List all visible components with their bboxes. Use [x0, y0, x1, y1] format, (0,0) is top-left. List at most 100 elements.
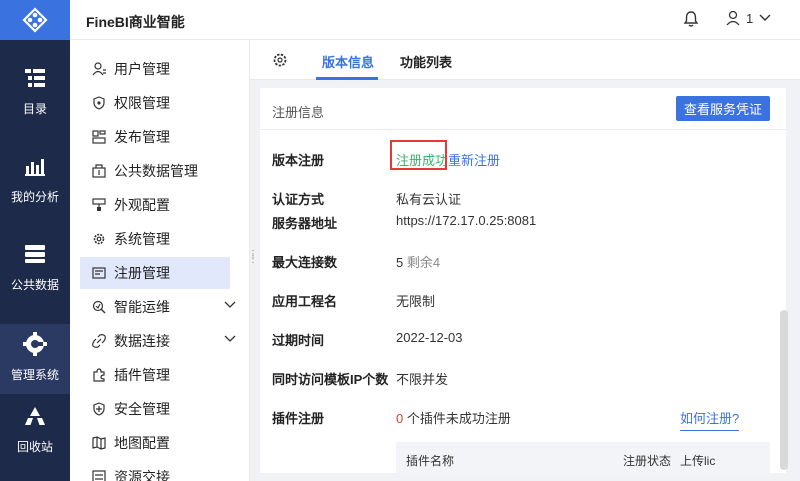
auth-method-value: 私有云认证 — [396, 192, 462, 207]
submenu-label: 外观配置 — [114, 197, 170, 213]
user-icon — [92, 62, 106, 76]
active-tab-indicator — [316, 77, 378, 80]
section-header: 注册信息 查看服务凭证 — [260, 88, 786, 130]
chevron-down-icon[interactable] — [224, 301, 236, 309]
submenu-item-security[interactable]: 安全管理 — [80, 393, 230, 425]
rail-item-catalog[interactable]: 目录 — [0, 66, 70, 117]
submenu-label: 地图配置 — [114, 435, 170, 451]
map-icon — [92, 436, 106, 450]
tab-feature-list[interactable]: 功能列表 — [400, 52, 452, 71]
app-title: FineBI商业智能 — [86, 14, 185, 30]
submenu-label: 权限管理 — [114, 95, 170, 111]
project-name-label: 应用工程名 — [272, 294, 338, 309]
max-conn-value: 5 剩余4 — [396, 252, 440, 271]
max-conn-remaining: 剩余4 — [406, 255, 441, 270]
submenu-item-user[interactable]: 用户管理 — [80, 53, 230, 85]
submenu-item-system[interactable]: 系统管理 — [80, 223, 230, 255]
concurrent-ip-label: 同时访问模板IP个数 — [272, 372, 389, 387]
re-register-link[interactable]: 重新注册 — [448, 150, 500, 169]
submenu-label: 资源交接 — [114, 469, 170, 481]
expire-label: 过期时间 — [272, 333, 325, 348]
recycle-icon — [23, 404, 47, 428]
submenu-item-handover[interactable]: 资源交接 — [80, 461, 230, 481]
registration-panel: 注册信息 查看服务凭证 版本注册 注册成功 重新注册 认证方式 私有云认证 服务… — [260, 88, 786, 473]
server-addr-label: 服务器地址 — [272, 216, 338, 231]
submenu-item-publish[interactable]: 发布管理 — [80, 121, 230, 153]
plugin-reg-value: 0 个插件未成功注册 — [396, 408, 511, 427]
user-menu[interactable]: 1 — [726, 10, 771, 26]
col-plugin-name: 插件名称 — [406, 454, 455, 468]
tab-bar: 版本信息 功能列表 — [250, 40, 800, 80]
submenu-item-permission[interactable]: 权限管理 — [80, 87, 230, 119]
submenu-label: 发布管理 — [114, 129, 170, 145]
submenu-item-data-connection[interactable]: 数据连接 — [80, 325, 236, 357]
submenu-label: 智能运维 — [114, 299, 170, 315]
submenu-item-map[interactable]: 地图配置 — [80, 427, 230, 459]
logo[interactable] — [0, 0, 70, 40]
submenu-label: 公共数据管理 — [114, 163, 198, 179]
version-reg-label: 版本注册 — [272, 153, 325, 168]
submenu-item-public-data[interactable]: 公共数据管理 — [80, 155, 230, 187]
rail-label: 回收站 — [16, 440, 53, 454]
submenu-item-ops[interactable]: 智能运维 — [80, 291, 236, 323]
logo-icon — [22, 7, 48, 33]
auth-method-label: 认证方式 — [272, 192, 325, 207]
content-scrollbar[interactable] — [780, 310, 788, 470]
submenu: 用户管理 权限管理 发布管理 公共数据管理 外观配置 系统管理 注册管理 智能运… — [70, 40, 250, 481]
submenu-label: 注册管理 — [114, 265, 170, 281]
server-addr-value: https://172.17.0.25:8081 — [396, 213, 537, 228]
plugin-reg-label: 插件注册 — [272, 411, 325, 426]
chevron-down-icon[interactable] — [224, 335, 236, 343]
submenu-item-register[interactable]: 注册管理 — [80, 257, 230, 289]
user-name: 1 — [746, 10, 754, 26]
col-upload-lic: 上传lic — [680, 454, 716, 468]
brush-icon — [92, 198, 106, 212]
left-rail: 目录 我的分析 公共数据 管理系统 回收站 — [0, 0, 70, 481]
top-header: FineBI商业智能 1 — [70, 0, 800, 40]
gear-icon — [92, 232, 106, 246]
gear-icon[interactable] — [272, 52, 288, 68]
view-cert-button[interactable]: 查看服务凭证 — [676, 96, 770, 121]
user-icon — [726, 10, 740, 26]
analysis-icon — [23, 154, 47, 178]
ops-icon — [92, 300, 106, 314]
tab-version-info[interactable]: 版本信息 — [322, 52, 374, 71]
highlight-box — [390, 140, 447, 170]
rail-label: 我的分析 — [10, 190, 59, 204]
chevron-down-icon — [759, 14, 771, 21]
project-name-value: 无限制 — [396, 294, 436, 309]
manage-system-icon — [23, 332, 47, 356]
submenu-label: 系统管理 — [114, 231, 170, 247]
max-conn-label: 最大连接数 — [272, 255, 338, 270]
security-icon — [92, 402, 106, 416]
rail-label: 目录 — [22, 102, 47, 116]
public-data-icon — [23, 242, 47, 266]
rail-item-recycle[interactable]: 回收站 — [0, 404, 70, 455]
submenu-label: 安全管理 — [114, 401, 170, 417]
catalog-icon — [23, 66, 47, 90]
submenu-item-appearance[interactable]: 外观配置 — [80, 189, 230, 221]
submenu-item-plugin[interactable]: 插件管理 — [80, 359, 230, 391]
section-title: 注册信息 — [272, 105, 325, 120]
col-reg-status: 注册状态 — [623, 454, 672, 468]
bell-icon[interactable] — [682, 10, 700, 28]
plugin-table-header: 插件名称 注册状态 上传lic — [396, 442, 770, 473]
handover-icon — [92, 470, 106, 481]
submenu-label: 数据连接 — [114, 333, 170, 349]
submenu-label: 用户管理 — [114, 61, 170, 77]
shield-icon — [92, 96, 106, 110]
expire-value: 2022-12-03 — [396, 330, 463, 345]
link-icon — [92, 334, 106, 348]
publish-icon — [92, 130, 106, 144]
how-to-register-link[interactable]: 如何注册? — [680, 408, 740, 431]
rail-item-public-data[interactable]: 公共数据 — [0, 242, 70, 293]
submenu-label: 插件管理 — [114, 367, 170, 383]
rail-item-manage-system[interactable]: 管理系统 — [0, 324, 70, 394]
rail-label: 管理系统 — [10, 368, 59, 382]
max-conn-number: 5 — [396, 255, 404, 270]
plugin-fail-text: 个插件未成功注册 — [403, 411, 511, 426]
resize-handle[interactable]: ⋮ ⋮ — [248, 250, 259, 265]
rail-item-my-analysis[interactable]: 我的分析 — [0, 154, 70, 205]
public-data-manage-icon — [92, 164, 106, 178]
rail-label: 公共数据 — [10, 278, 59, 292]
